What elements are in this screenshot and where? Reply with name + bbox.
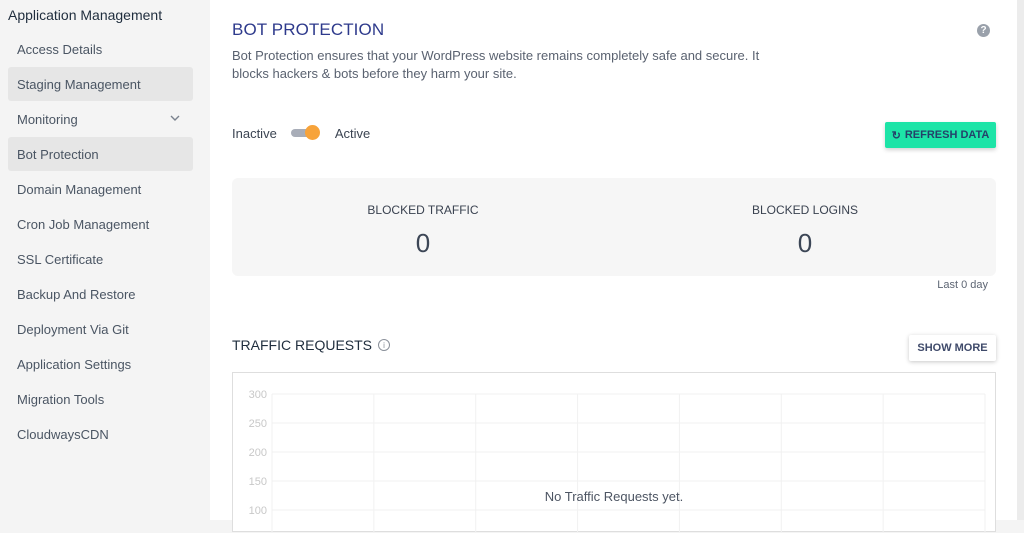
refresh-data-label: REFRESH DATA [904, 129, 990, 141]
stat-value: 0 [797, 228, 813, 258]
stats-period: Last 0 day [937, 279, 988, 291]
sidebar-item-ssl-certificate[interactable]: SSL Certificate [8, 242, 193, 276]
protection-toggle-row: Inactive Active [232, 125, 370, 141]
traffic-requests-heading: TRAFFIC REQUESTS i [232, 337, 391, 353]
show-more-button[interactable]: SHOW MORE [909, 335, 996, 361]
sidebar-heading: Application Management [8, 7, 163, 23]
sidebar-item-label: Application Settings [17, 356, 132, 372]
sidebar-item-domain-management[interactable]: Domain Management [8, 172, 193, 206]
stat-value: 0 [415, 228, 431, 258]
scrollbar[interactable] [1017, 0, 1024, 520]
bot-protection-toggle[interactable] [290, 125, 321, 141]
sidebar: Application Management Access Details Sta… [0, 0, 208, 520]
toggle-knob[interactable] [304, 125, 320, 140]
chevron-down-icon[interactable] [169, 112, 181, 124]
sidebar-item-label: CloudwaysCDN [17, 426, 109, 442]
traffic-chart: 300 250 200 150 100 No Traffic Requests yet. [232, 372, 996, 533]
empty-chart-message: No Traffic Requests yet. [544, 489, 684, 504]
sidebar-item-label: Cron Job Management [17, 216, 150, 232]
page-title: BOT PROTECTION [232, 20, 385, 39]
info-icon[interactable]: i [378, 339, 391, 351]
y-tick-label: 200 [249, 447, 267, 459]
refresh-icon: ↻ [891, 129, 901, 142]
y-tick-label: 100 [249, 505, 267, 517]
y-tick-label: 250 [249, 418, 267, 430]
sidebar-item-label: Bot Protection [17, 146, 99, 162]
blocked-traffic-stat: BLOCKED TRAFFIC 0 [232, 178, 614, 276]
sidebar-item-label: Staging Management [17, 76, 141, 92]
sidebar-item-migration-tools[interactable]: Migration Tools [8, 382, 193, 416]
traffic-requests-title: TRAFFIC REQUESTS [232, 337, 373, 353]
sidebar-item-access-details[interactable]: Access Details [8, 32, 193, 66]
y-tick-label: 150 [249, 476, 267, 488]
sidebar-item-label: Migration Tools [17, 391, 105, 407]
help-icon[interactable]: ? [977, 24, 990, 37]
sidebar-item-backup-and-restore[interactable]: Backup And Restore [8, 277, 193, 311]
refresh-data-button[interactable]: ↻ REFRESH DATA [885, 122, 996, 148]
toggle-off-label: Inactive [232, 125, 277, 141]
main-panel: BOT PROTECTION ? Bot Protection ensures … [210, 0, 1017, 533]
toggle-on-label: Active [334, 125, 371, 141]
stats-panel: BLOCKED TRAFFIC 0 BLOCKED LOGINS 0 [232, 178, 996, 276]
sidebar-item-label: SSL Certificate [17, 251, 104, 267]
sidebar-item-monitoring[interactable]: Monitoring [8, 102, 193, 136]
sidebar-item-label: Access Details [17, 41, 103, 57]
sidebar-item-staging-management[interactable]: Staging Management [8, 67, 193, 101]
sidebar-item-cloudwayscdn[interactable]: CloudwaysCDN [8, 417, 193, 451]
page-description: Bot Protection ensures that your WordPre… [232, 48, 760, 81]
sidebar-item-label: Domain Management [17, 181, 142, 197]
sidebar-item-bot-protection[interactable]: Bot Protection [8, 137, 193, 171]
sidebar-item-deployment-via-git[interactable]: Deployment Via Git [8, 312, 193, 346]
traffic-chart-svg: 300 250 200 150 100 [249, 389, 986, 533]
stat-label: BLOCKED LOGINS [751, 203, 859, 217]
sidebar-item-label: Backup And Restore [17, 286, 136, 302]
sidebar-item-application-settings[interactable]: Application Settings [8, 347, 193, 381]
sidebar-item-cron-job-management[interactable]: Cron Job Management [8, 207, 193, 241]
blocked-logins-stat: BLOCKED LOGINS 0 [614, 178, 996, 276]
y-tick-label: 300 [249, 389, 267, 401]
stat-label: BLOCKED TRAFFIC [367, 203, 479, 217]
sidebar-item-label: Monitoring [17, 111, 78, 127]
sidebar-item-label: Deployment Via Git [17, 321, 129, 337]
